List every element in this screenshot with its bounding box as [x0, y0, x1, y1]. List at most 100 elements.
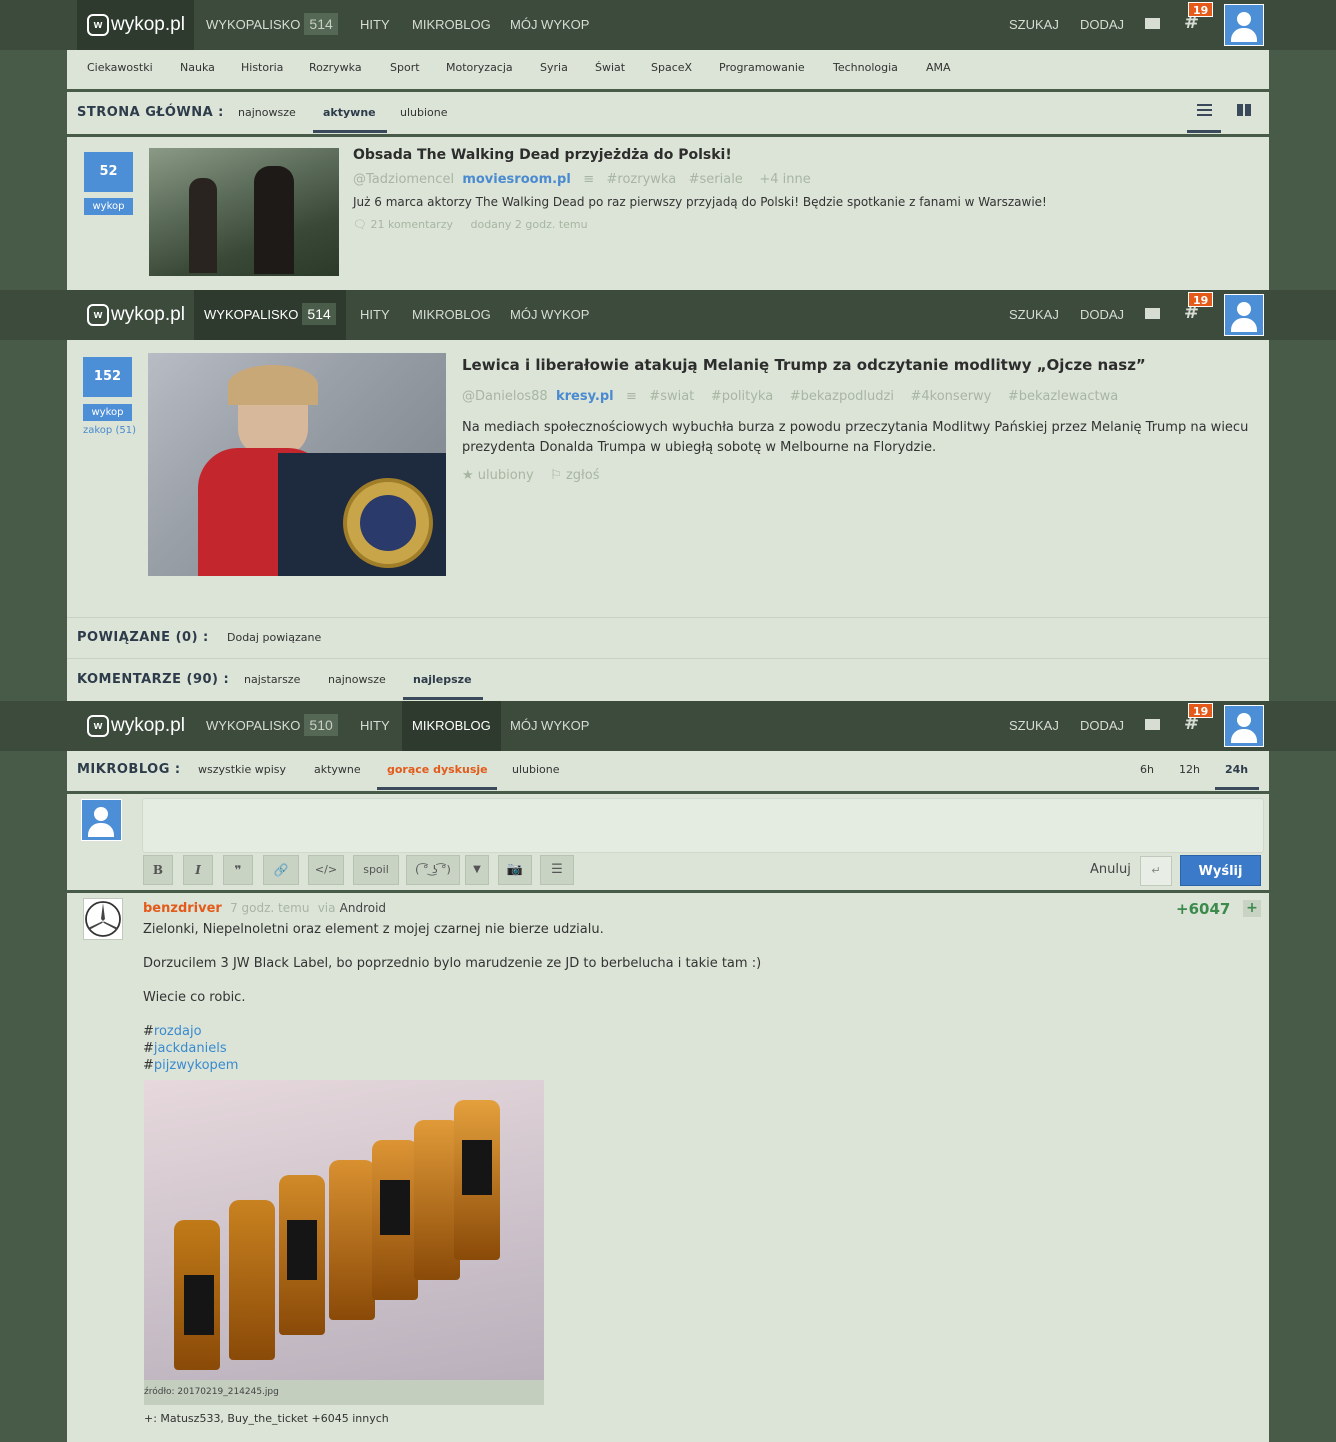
nav-wykopalisko[interactable]: WYKOPALISKO 514	[194, 290, 346, 340]
category-item[interactable]: AMA	[926, 50, 951, 86]
nav-add[interactable]: DODAJ	[1080, 701, 1124, 751]
link-domain[interactable]: kresy.pl	[556, 389, 614, 404]
wykop-logo[interactable]: w wykop.pl	[77, 0, 194, 50]
nav-mikroblog[interactable]: MIKROBLOG	[402, 0, 501, 50]
nav-add[interactable]: DODAJ	[1080, 290, 1124, 340]
tab-najstarsze[interactable]: najstarsze	[244, 673, 300, 686]
category-item[interactable]: Świat	[595, 50, 625, 86]
plus-button[interactable]: +	[1243, 900, 1261, 917]
chevron-down-icon[interactable]: ▼	[465, 855, 489, 885]
tab-najnowsze[interactable]: najnowsze	[328, 673, 386, 686]
period-6h[interactable]: 6h	[1140, 763, 1154, 776]
category-item[interactable]: Technologia	[833, 50, 898, 86]
tab-aktywne[interactable]: aktywne	[323, 106, 376, 119]
wykop-logo[interactable]: w wykop.pl	[77, 290, 194, 340]
post-author[interactable]: benzdriver	[143, 901, 222, 916]
tag[interactable]: #swiat	[649, 389, 694, 404]
camera-icon[interactable]: 📷	[498, 855, 532, 885]
link-domain[interactable]: moviesroom.pl	[462, 172, 570, 187]
favorite-button[interactable]: ulubiony	[478, 468, 534, 483]
nav-hity[interactable]: HITY	[350, 701, 400, 751]
category-item[interactable]: Rozrywka	[309, 50, 362, 86]
nav-add[interactable]: DODAJ	[1080, 0, 1124, 50]
user-avatar-icon[interactable]	[1224, 4, 1264, 46]
wykop-logo[interactable]: w wykop.pl	[77, 701, 194, 751]
bury-link[interactable]: zakop (51)	[83, 425, 136, 436]
nav-wykopalisko[interactable]: WYKOPALISKO 510	[196, 701, 348, 751]
tag[interactable]: #bekazlewactwa	[1008, 389, 1118, 404]
category-item[interactable]: Sport	[390, 50, 420, 86]
nav-wykopalisko[interactable]: WYKOPALISKO 514	[196, 0, 348, 50]
tab-najnowsze[interactable]: najnowsze	[238, 106, 296, 119]
comments-count[interactable]: 21 komentarzy	[370, 218, 453, 231]
more-tags[interactable]: +4 inne	[759, 172, 810, 187]
nav-mikroblog[interactable]: MIKROBLOG	[402, 701, 501, 751]
category-item[interactable]: Programowanie	[719, 50, 805, 86]
code-icon[interactable]: </>	[308, 855, 344, 885]
send-button[interactable]: Wyślij	[1180, 855, 1261, 886]
image-source[interactable]: źródło: 20170219_214245.jpg	[144, 1380, 544, 1405]
link-icon[interactable]: 🔗	[263, 855, 299, 885]
bold-button[interactable]: B	[143, 855, 173, 885]
nav-moj-wykop[interactable]: MÓJ WYKOP	[500, 0, 599, 50]
tag[interactable]: #4konserwy	[911, 389, 992, 404]
user-avatar-icon[interactable]	[1224, 294, 1264, 336]
category-item[interactable]: Ciekawostki	[87, 50, 153, 86]
spoiler-button[interactable]: spoil	[353, 855, 399, 885]
tab-gorace-dyskusje[interactable]: gorące dyskusje	[387, 763, 488, 776]
wykop-button[interactable]: wykop	[83, 404, 132, 421]
link-author[interactable]: @Tadziomencel	[353, 172, 454, 187]
post-tag[interactable]: rozdajo	[154, 1024, 202, 1039]
category-item[interactable]: Motoryzacja	[446, 50, 513, 86]
tab-wszystkie-wpisy[interactable]: wszystkie wpisy	[198, 763, 286, 776]
italic-button[interactable]: I	[183, 855, 213, 885]
period-24h[interactable]: 24h	[1225, 763, 1248, 776]
tab-aktywne[interactable]: aktywne	[314, 763, 361, 776]
link-image[interactable]	[148, 353, 446, 576]
wykop-button[interactable]: wykop	[84, 198, 133, 215]
post-image[interactable]	[144, 1080, 544, 1380]
period-12h[interactable]: 12h	[1179, 763, 1200, 776]
post-tag[interactable]: jackdaniels	[154, 1041, 227, 1056]
grid-view-icon[interactable]	[1237, 104, 1251, 116]
link-thumbnail[interactable]	[149, 148, 339, 276]
category-item[interactable]: SpaceX	[651, 50, 692, 86]
post-textarea[interactable]	[142, 798, 1264, 853]
user-avatar-icon[interactable]	[1224, 705, 1264, 747]
link-author[interactable]: @Danielos88	[462, 389, 548, 404]
nav-search[interactable]: SZUKAJ	[1009, 701, 1059, 751]
quote-icon[interactable]: ❞	[223, 855, 253, 885]
nav-mikroblog[interactable]: MIKROBLOG	[402, 290, 501, 340]
nav-search[interactable]: SZUKAJ	[1009, 0, 1059, 50]
category-item[interactable]: Syria	[540, 50, 568, 86]
tab-ulubione[interactable]: ulubione	[400, 106, 448, 119]
post-time[interactable]: 7 godz. temu	[230, 901, 309, 915]
tab-ulubione[interactable]: ulubione	[512, 763, 560, 776]
author-avatar[interactable]	[83, 898, 123, 940]
list-icon[interactable]: ☰	[540, 855, 574, 885]
category-item[interactable]: Historia	[241, 50, 283, 86]
post-tag[interactable]: pijzwykopem	[154, 1058, 239, 1073]
link-title[interactable]: Lewica i liberałowie atakują Melanię Tru…	[462, 356, 1146, 374]
tag[interactable]: #seriale	[689, 172, 743, 187]
cancel-button[interactable]: Anuluj	[1090, 862, 1131, 877]
nav-hity[interactable]: HITY	[350, 290, 400, 340]
envelope-icon[interactable]	[1145, 719, 1160, 730]
tag[interactable]: #rozrywka	[607, 172, 677, 187]
envelope-icon[interactable]	[1145, 308, 1160, 319]
report-button[interactable]: zgłoś	[566, 468, 600, 483]
add-related-link[interactable]: Dodaj powiązane	[227, 631, 321, 644]
nav-search[interactable]: SZUKAJ	[1009, 290, 1059, 340]
category-item[interactable]: Nauka	[180, 50, 215, 86]
lenny-button[interactable]: ( ͡° ͜ʖ ͡°)	[406, 855, 460, 885]
tag[interactable]: #bekazpodludzi	[790, 389, 894, 404]
enter-icon[interactable]: ↵	[1140, 856, 1172, 886]
envelope-icon[interactable]	[1145, 18, 1160, 29]
tag[interactable]: #polityka	[711, 389, 773, 404]
tab-najlepsze[interactable]: najlepsze	[413, 673, 472, 686]
post-voters[interactable]: +: Matusz533, Buy_the_ticket +6045 innyc…	[144, 1412, 389, 1425]
list-view-icon[interactable]	[1197, 104, 1212, 116]
nav-moj-wykop[interactable]: MÓJ WYKOP	[500, 290, 599, 340]
link-title[interactable]: Obsada The Walking Dead przyjeżdża do Po…	[353, 147, 732, 163]
nav-moj-wykop[interactable]: MÓJ WYKOP	[500, 701, 599, 751]
